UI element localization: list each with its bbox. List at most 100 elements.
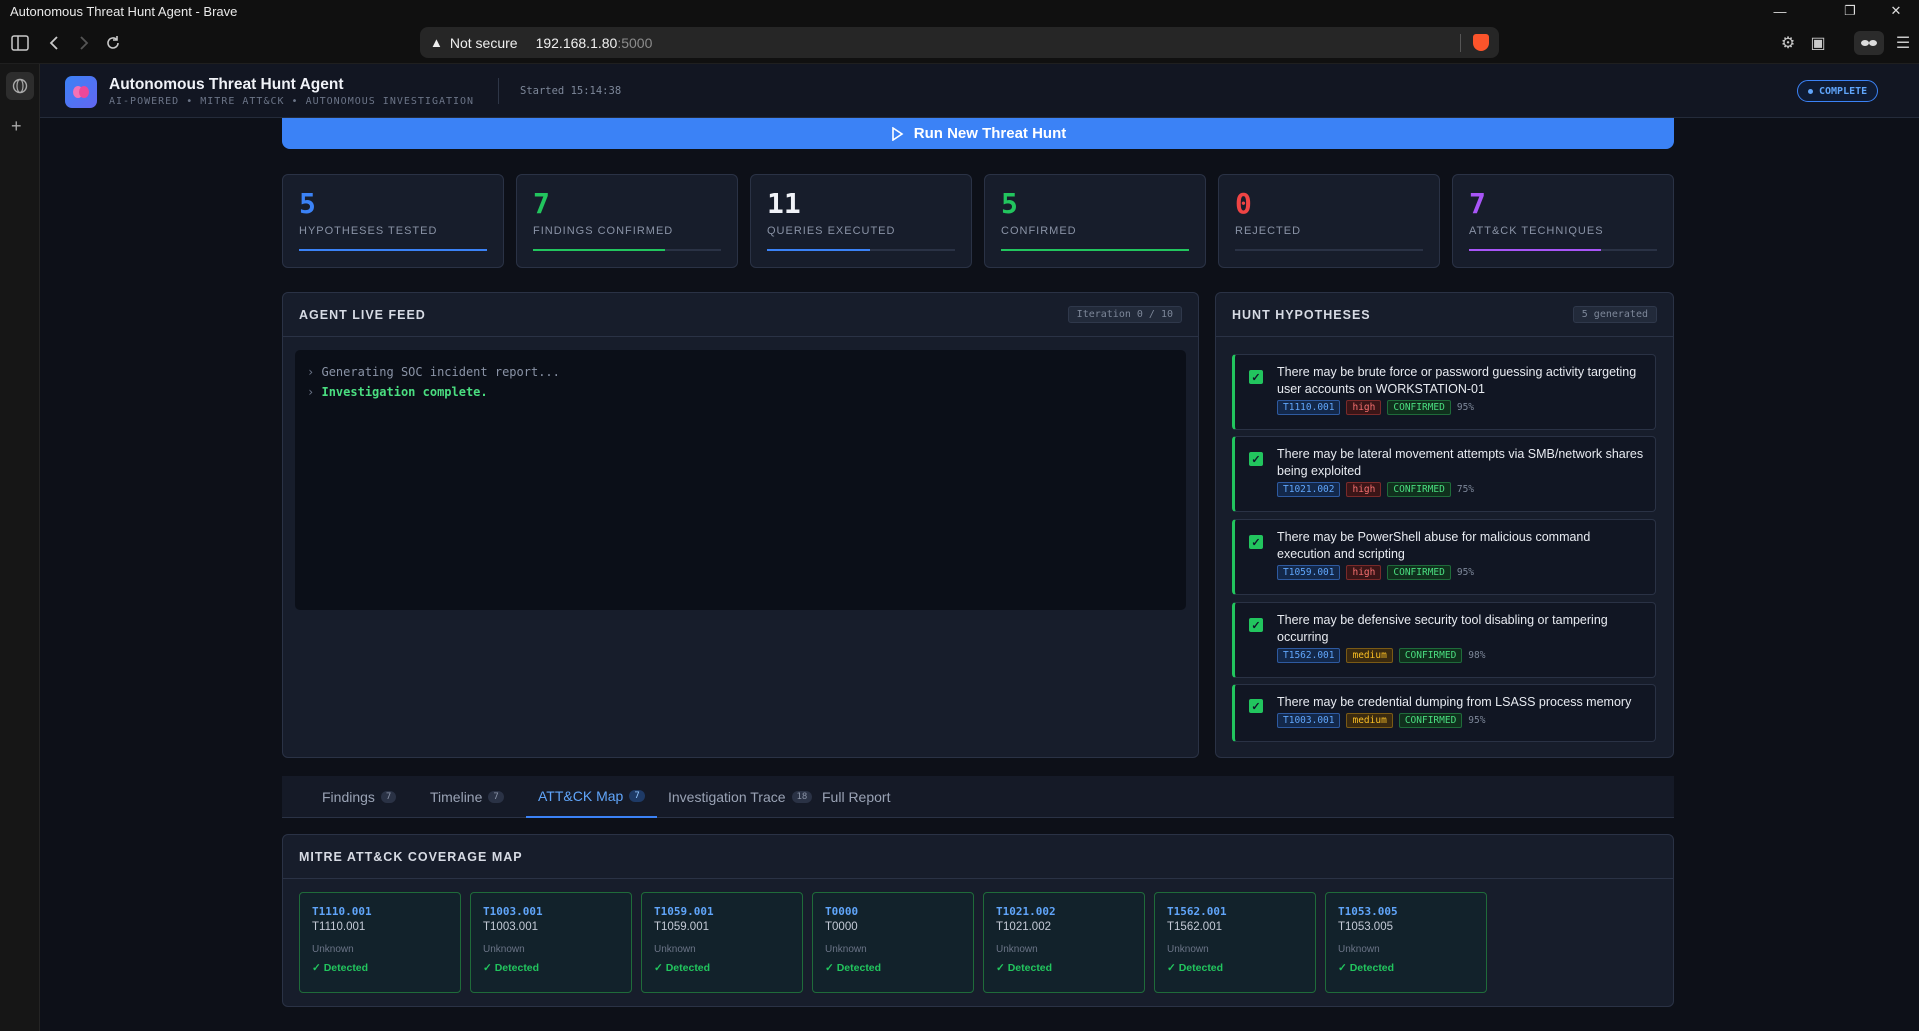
stat-value: 5 bbox=[299, 187, 316, 220]
technique-card[interactable]: T1053.005 T1053.005 Unknown ✓ Detected bbox=[1325, 892, 1487, 993]
feed-prompt: › bbox=[307, 365, 315, 379]
warning-icon[interactable]: ▲ bbox=[430, 35, 443, 50]
stat-card: 5 CONFIRMED bbox=[984, 174, 1206, 268]
tab-timeline[interactable]: Timeline 7 bbox=[430, 776, 504, 818]
severity-tag: medium bbox=[1346, 713, 1393, 728]
technique-tag: T1059.001 bbox=[1277, 565, 1341, 580]
hypothesis-item[interactable]: ✓ There may be credential dumping from LS… bbox=[1232, 684, 1656, 742]
status-tag: CONFIRMED bbox=[1398, 648, 1463, 663]
technique-tag: T1003.001 bbox=[1277, 713, 1341, 728]
checkbox-checked-icon[interactable]: ✓ bbox=[1249, 699, 1263, 713]
hypothesis-item[interactable]: ✓ There may be PowerShell abuse for malic… bbox=[1232, 519, 1656, 595]
stat-label: REJECTED bbox=[1235, 225, 1302, 237]
run-hunt-label: Run New Threat Hunt bbox=[913, 125, 1067, 142]
technique-tactic: Unknown bbox=[312, 944, 354, 955]
brave-shield-icon[interactable] bbox=[1473, 34, 1489, 51]
stat-label: ATT&CK TECHNIQUES bbox=[1469, 225, 1604, 237]
wallet-icon[interactable]: ▣ bbox=[1806, 31, 1830, 55]
hypothesis-item[interactable]: ✓ There may be lateral movement attempts … bbox=[1232, 436, 1656, 512]
technique-name: T1021.002 bbox=[996, 921, 1051, 933]
menu-icon[interactable]: ☰ bbox=[1891, 31, 1915, 55]
hypothesis-item[interactable]: ✓ There may be brute force or password gu… bbox=[1232, 354, 1656, 430]
hypothesis-text: There may be credential dumping from LSA… bbox=[1277, 695, 1632, 709]
hypothesis-text: There may be PowerShell abuse for malici… bbox=[1277, 530, 1591, 561]
stat-card: 11 QUERIES EXECUTED bbox=[750, 174, 972, 268]
technique-card[interactable]: T1110.001 T1110.001 Unknown ✓ Detected bbox=[299, 892, 461, 993]
checkbox-checked-icon[interactable]: ✓ bbox=[1249, 452, 1263, 466]
started-time: Started 15:14:38 bbox=[520, 85, 622, 97]
technique-card[interactable]: T0000 T0000 Unknown ✓ Detected bbox=[812, 892, 974, 993]
technique-card[interactable]: T1059.001 T1059.001 Unknown ✓ Detected bbox=[641, 892, 803, 993]
technique-card[interactable]: T1021.002 T1021.002 Unknown ✓ Detected bbox=[983, 892, 1145, 993]
stat-label: FINDINGS CONFIRMED bbox=[533, 225, 674, 237]
sidebar-toggle-icon[interactable] bbox=[8, 31, 32, 55]
technique-tag: T1562.001 bbox=[1277, 648, 1341, 663]
hypothesis-tags: T1021.002 high CONFIRMED 75% bbox=[1277, 482, 1474, 497]
checkbox-checked-icon[interactable]: ✓ bbox=[1249, 535, 1263, 549]
detected-status: ✓ Detected bbox=[996, 962, 1053, 974]
back-icon[interactable] bbox=[42, 31, 66, 55]
technique-card[interactable]: T1562.001 T1562.001 Unknown ✓ Detected bbox=[1154, 892, 1316, 993]
feed-line: › Generating SOC incident report... bbox=[307, 362, 1174, 382]
hypotheses-title: HUNT HYPOTHESES bbox=[1232, 307, 1371, 322]
divider bbox=[1460, 33, 1461, 52]
technique-name: T0000 bbox=[825, 921, 858, 933]
technique-id: T1110.001 bbox=[312, 905, 372, 918]
detected-status: ✓ Detected bbox=[1338, 962, 1395, 974]
checkbox-checked-icon[interactable]: ✓ bbox=[1249, 618, 1263, 632]
checkbox-checked-icon[interactable]: ✓ bbox=[1249, 370, 1263, 384]
sidebar-globe-icon[interactable] bbox=[6, 72, 34, 100]
feed-prompt: › bbox=[307, 385, 315, 399]
restore-icon[interactable]: ❐ bbox=[1827, 0, 1873, 22]
technique-id: T1021.002 bbox=[996, 905, 1056, 918]
address-bar[interactable]: ▲ Not secure 192.168.1.80 :5000 bbox=[420, 27, 1499, 58]
technique-tactic: Unknown bbox=[825, 944, 867, 955]
detected-status: ✓ Detected bbox=[483, 962, 540, 974]
forward-icon[interactable] bbox=[72, 31, 96, 55]
live-feed-title: AGENT LIVE FEED bbox=[299, 307, 426, 322]
reload-icon[interactable] bbox=[101, 31, 125, 55]
tab-findings[interactable]: Findings 7 bbox=[322, 776, 397, 818]
coverage-header: MITRE ATT&CK COVERAGE MAP bbox=[283, 835, 1673, 879]
tab-investigation-trace[interactable]: Investigation Trace 18 bbox=[668, 776, 813, 818]
extensions-icon[interactable]: ⚙ bbox=[1776, 31, 1800, 55]
minimize-icon[interactable]: — bbox=[1757, 0, 1803, 22]
header-divider bbox=[498, 78, 499, 104]
tab-full-report[interactable]: Full Report bbox=[822, 776, 890, 818]
technique-tag: T1110.001 bbox=[1277, 400, 1341, 415]
status-dot-icon bbox=[1808, 88, 1813, 94]
technique-card[interactable]: T1003.001 T1003.001 Unknown ✓ Detected bbox=[470, 892, 632, 993]
hypothesis-text: There may be lateral movement attempts v… bbox=[1277, 447, 1644, 478]
tab-att-ck-map[interactable]: ATT&CK Map 7 bbox=[526, 776, 657, 818]
hypothesis-text: There may be brute force or password gue… bbox=[1277, 365, 1637, 396]
severity-tag: medium bbox=[1346, 648, 1393, 663]
tab-label: Timeline bbox=[430, 789, 483, 805]
status-label: COMPLETE bbox=[1819, 85, 1868, 97]
leo-ai-icon[interactable] bbox=[1854, 31, 1884, 55]
tab-label: Full Report bbox=[822, 789, 891, 805]
iteration-badge: Iteration 0 / 10 bbox=[1067, 306, 1182, 323]
confidence-value: 75% bbox=[1456, 484, 1475, 495]
live-feed-header: AGENT LIVE FEED Iteration 0 / 10 bbox=[283, 293, 1198, 337]
stat-value: 5 bbox=[1001, 187, 1018, 220]
technique-tag: T1021.002 bbox=[1277, 482, 1341, 497]
confidence-value: 95% bbox=[1456, 402, 1475, 413]
detected-status: ✓ Detected bbox=[825, 962, 882, 974]
feed-text: Investigation complete. bbox=[321, 385, 488, 399]
security-label[interactable]: Not secure bbox=[450, 35, 518, 51]
hypotheses-header: HUNT HYPOTHESES 5 generated bbox=[1216, 293, 1673, 337]
status-badge: COMPLETE bbox=[1797, 80, 1879, 102]
tab-count-badge: 7 bbox=[488, 791, 504, 803]
technique-name: T1003.001 bbox=[483, 921, 538, 933]
app-header: Autonomous Threat Hunt Agent AI-POWERED … bbox=[40, 64, 1919, 118]
hypotheses-panel: HUNT HYPOTHESES 5 generated ✓ There may b… bbox=[1215, 292, 1674, 758]
stat-progress-bar bbox=[1469, 249, 1657, 251]
technique-tactic: Unknown bbox=[1338, 944, 1380, 955]
hypothesis-text: There may be defensive security tool dis… bbox=[1277, 613, 1608, 644]
close-icon[interactable]: ✕ bbox=[1873, 0, 1919, 22]
severity-tag: high bbox=[1346, 565, 1382, 580]
hypothesis-item[interactable]: ✓ There may be defensive security tool di… bbox=[1232, 602, 1656, 678]
run-hunt-button[interactable]: Run New Threat Hunt bbox=[282, 118, 1674, 149]
sidebar-add-icon[interactable]: + bbox=[11, 116, 22, 137]
main-content: Run New Threat Hunt 5 HYPOTHESES TESTED 7 F… bbox=[40, 118, 1919, 1031]
